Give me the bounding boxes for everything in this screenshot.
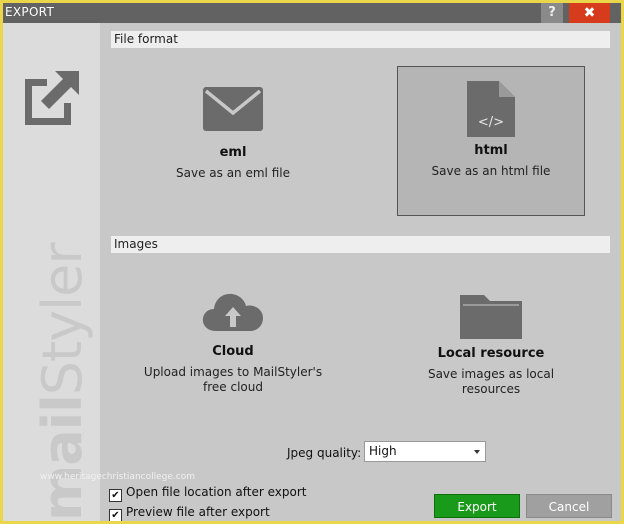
option-eml-desc: Save as an eml file [176, 166, 290, 180]
option-cloud-desc: Upload images to MailStyler's free cloud [143, 365, 323, 394]
html-file-icon: </> [467, 81, 515, 137]
watermark-text: www.heritagechristiancollege.com [40, 472, 195, 482]
export-arrow-icon [25, 71, 79, 125]
option-eml[interactable]: eml Save as an eml file [139, 67, 327, 217]
left-sidebar: mailStyler [3, 23, 100, 521]
open-location-label: Open file location after export [126, 485, 307, 499]
window-title: EXPORT [5, 5, 55, 19]
option-cloud-title: Cloud [212, 344, 254, 359]
title-bar: EXPORT ? ✖ [3, 3, 621, 23]
images-header: Images [111, 236, 610, 253]
preview-file-row[interactable]: ✔ Preview file after export [109, 505, 270, 521]
folder-icon [460, 295, 522, 339]
option-html[interactable]: </> html Save as an html file [397, 66, 585, 216]
close-button[interactable]: ✖ [569, 3, 610, 23]
jpeg-quality-select[interactable]: High [364, 441, 486, 462]
cloud-upload-icon [202, 293, 263, 331]
help-button[interactable]: ? [541, 3, 563, 23]
option-local-resource[interactable]: Local resource Save images as local reso… [397, 291, 585, 411]
export-button[interactable]: Export [434, 494, 520, 518]
cancel-button[interactable]: Cancel [526, 494, 612, 518]
dropdown-arrow-icon [474, 450, 480, 454]
option-html-desc: Save as an html file [431, 164, 551, 178]
export-dialog: EXPORT ? ✖ mailStyler File format eml Sa… [3, 3, 621, 521]
file-format-header: File format [111, 31, 610, 48]
open-location-row[interactable]: ✔ Open file location after export [109, 485, 306, 502]
option-local-desc: Save images as local resources [427, 367, 555, 396]
jpeg-quality-value: High [369, 444, 397, 458]
option-eml-title: eml [219, 145, 247, 160]
option-cloud[interactable]: Cloud Upload images to MailStyler's free… [139, 291, 327, 411]
svg-text:</>: </> [478, 115, 504, 130]
preview-file-checkbox[interactable]: ✔ [109, 509, 122, 521]
jpeg-quality-label: Jpeg quality: [287, 446, 362, 460]
option-html-title: html [474, 143, 508, 158]
open-location-checkbox[interactable]: ✔ [109, 489, 122, 502]
preview-file-label: Preview file after export [126, 505, 270, 519]
envelope-icon [203, 87, 263, 131]
option-local-title: Local resource [437, 346, 545, 361]
